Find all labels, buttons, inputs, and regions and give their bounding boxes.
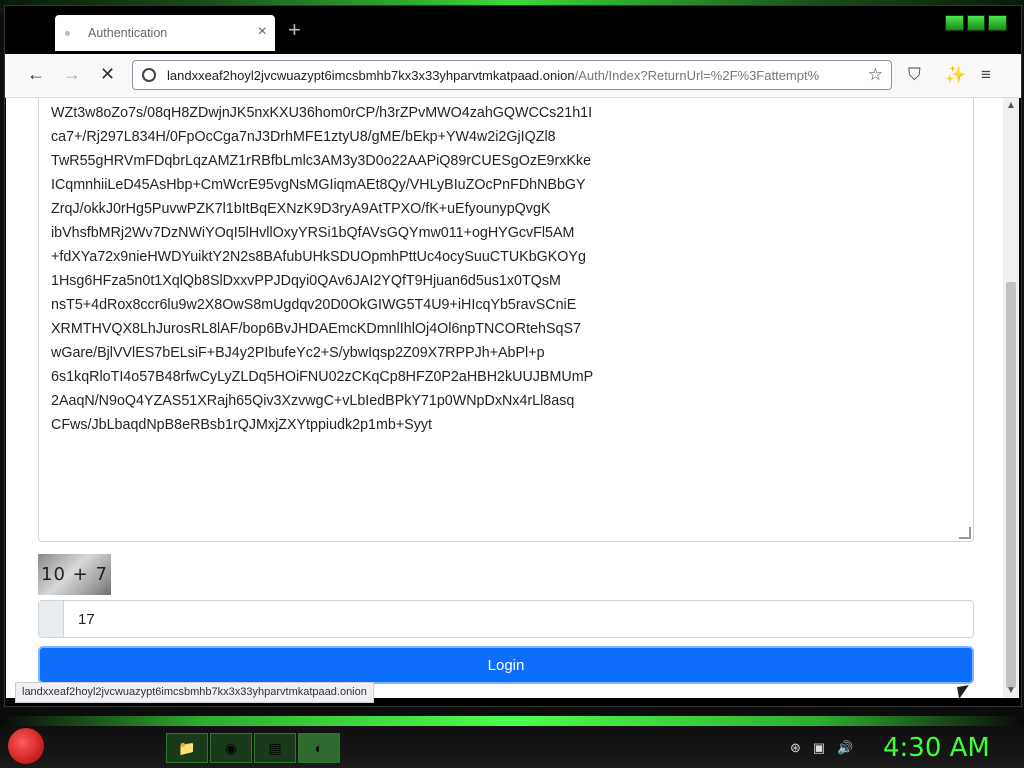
close-window-button[interactable] [988,15,1008,31]
pgp-line: CFws/JbLbaqdNpB8eRBsb1rQJMxjZXYtppiudk2p… [51,417,433,433]
captcha-input-group [38,600,974,638]
maximize-button[interactable] [966,15,986,31]
address-bar[interactable]: landxxeaf2hoyl2jvcwuazypt6imcsbmhb7kx3x3… [132,60,892,90]
scroll-down-icon[interactable]: ▼ [1006,685,1016,696]
tab-title: Authentication [88,26,168,40]
pgp-line: 6s1kqRloTI4o57B48rfwCyLyZLDq5HOiFNU02zCK… [51,369,594,385]
pgp-line: 1Hsg6HFza5n0t1XqlQb8SlDxxvPPJDqyi0QAv6JA… [51,273,561,289]
pgp-line: TwR55gHRVmFDqbrLqzAMZ1rRBfbLmlc3AM3y3D0o… [51,153,592,169]
pgp-message-textarea[interactable]: WZt3w8oZo7s/08qH8ZDwjnJK5nxKXU36hom0rCP/… [38,98,974,542]
page-scrollbar[interactable]: ▲ ▼ [1003,98,1019,698]
page-content: WZt3w8oZo7s/08qH8ZDwjnJK5nxKXU36hom0rCP/… [6,98,1019,698]
notepad-icon[interactable]: ▤ [254,733,296,763]
volume-icon[interactable]: 🔊 [837,740,853,756]
window-controls [945,15,1008,31]
tor-browser-icon[interactable]: ◐ [298,733,340,763]
link-status-bar: landxxeaf2hoyl2jvcwuazypt6imcsbmhb7kx3x3… [15,682,374,703]
tab-authentication[interactable]: Authentication × [55,15,275,51]
system-tray: ⊛ ▣ 🔊 [790,740,853,756]
onion-site-icon[interactable] [142,68,156,82]
pgp-line: XRMTHVQX8LhJurosRL8lAF/bop6BvJHDAEmcKDmn… [51,321,581,337]
monitor-icon[interactable]: ▣ [813,740,825,756]
magic-wand-icon[interactable]: ✨ [945,65,966,85]
bookmark-star-icon[interactable]: ☆ [868,65,883,85]
pgp-line: 2AaqN/N9oQ4YZAS51XRajh65Qiv3XzvwgC+vLbIe… [51,393,575,409]
pgp-line: ICqmnhiiLeD45AsHbp+CmWcrE95vgNsMGIiqmAEt… [51,177,586,193]
chrome-icon[interactable]: ◉ [210,733,252,763]
url-path: /Auth/Index?ReturnUrl=%2F%3Fattempt% [574,67,820,83]
network-icon[interactable]: ⊛ [790,740,801,756]
pgp-line: ZrqJ/okkJ0rHg5PuvwPZK7l1bItBqEXNzK9D3ryA… [51,201,551,217]
file-manager-icon[interactable]: 📁 [166,733,208,763]
scrollbar-thumb[interactable] [1006,282,1016,688]
menu-button[interactable]: ≡ [981,65,991,85]
resize-grip-icon[interactable] [959,527,971,539]
captcha-image: 10 + 7 [38,554,111,595]
taskbar-glow [0,716,1024,726]
forward-button[interactable]: → [63,64,81,84]
pgp-line: wGare/BjlVVlES7bELsiF+BJ4y2PIbufeYc2+S/y… [51,345,545,361]
browser-window: Authentication × + ← → ✕ landxxeaf2hoyl2… [4,5,1022,707]
new-tab-button[interactable]: + [288,19,301,41]
taskbar-clock[interactable]: 4:30 AM [883,733,990,763]
pgp-line: +fdXYa72x9nieHWDYuiktY2N2s8BAfubUHkSDUOp… [51,249,586,265]
stop-button[interactable]: ✕ [100,64,115,84]
back-button[interactable]: ← [27,64,45,84]
input-prefix [39,601,64,637]
navigation-bar: ← → ✕ landxxeaf2hoyl2jvcwuazypt6imcsbmhb… [5,54,1021,98]
tab-close-icon[interactable]: × [258,24,267,40]
pgp-line: ibVhsfbMRj2Wv7DzNWiYOqI5lHvllOxyYRSi1bQf… [51,225,575,241]
mouse-cursor-icon [957,685,971,698]
url-host: landxxeaf2hoyl2jvcwuazypt6imcsbmhb7kx3x3… [167,67,575,83]
start-menu-icon[interactable] [8,728,44,764]
tab-strip: Authentication × + [5,6,1021,54]
pgp-line: nsT5+4dRox8ccr6lu9w2X8OwS8mUgdqv20D0OkGI… [51,297,577,313]
pgp-line: WZt3w8oZo7s/08qH8ZDwjnJK5nxKXU36hom0rCP/… [51,105,593,121]
taskbar-apps: 📁 ◉ ▤ ◐ [166,733,340,763]
minimize-button[interactable] [945,15,964,31]
scroll-up-icon[interactable]: ▲ [1006,100,1016,111]
login-button[interactable]: Login [38,646,974,684]
shield-icon[interactable]: ⛉ [908,65,921,85]
pgp-line: ca7+/Rj297L834H/0FpOcCga7nJ3DrhMFE1ztyU8… [51,129,556,145]
tab-loading-icon [65,30,70,36]
captcha-answer-input[interactable] [64,609,960,629]
